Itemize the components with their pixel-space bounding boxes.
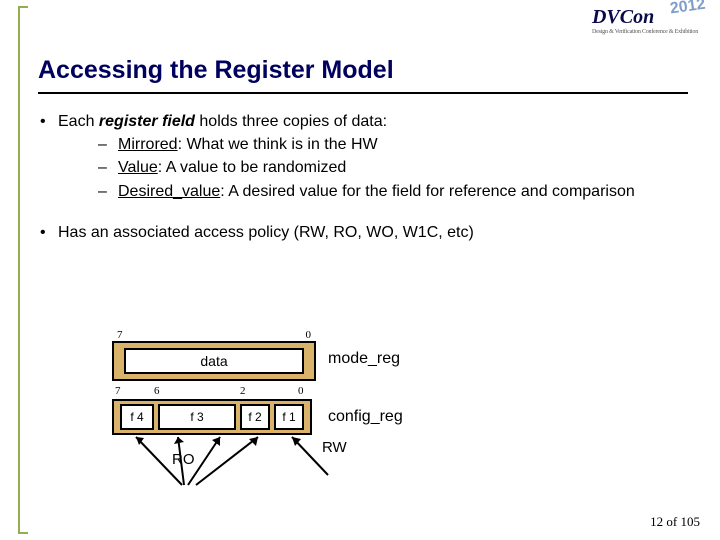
field-f4: f 4 <box>120 404 154 430</box>
sub-desired: Desired_value: A desired value for the f… <box>98 180 678 203</box>
bullet-1: Each register field holds three copies o… <box>38 110 678 203</box>
desc: : A value to be randomized <box>158 159 347 176</box>
config-reg-row: 7 6 2 0 f 4 f 3 f 2 f 1 config_reg RO RW <box>112 399 382 435</box>
dvcon-logo: DVCon Design & Verification Conference &… <box>592 6 698 35</box>
bit-2: 2 <box>240 385 246 397</box>
bit-0: 0 <box>298 385 304 397</box>
field-f3: f 3 <box>158 404 236 430</box>
config-reg-label: config_reg <box>328 399 403 435</box>
field-f1: f 1 <box>274 404 304 430</box>
register-diagram: 7 0 data mode_reg 7 6 2 0 f 4 f 3 f 2 f … <box>112 338 382 435</box>
bullet-2: Has an associated access policy (RW, RO,… <box>38 221 678 244</box>
body-content: Each register field holds three copies o… <box>38 110 678 250</box>
config-reg-box: f 4 f 3 f 2 f 1 <box>112 399 312 435</box>
field-f2: f 2 <box>240 404 270 430</box>
bullet1-suffix: holds three copies of data: <box>195 113 387 130</box>
term: Value <box>118 159 158 176</box>
term: Desired_value <box>118 183 220 200</box>
page-title: Accessing the Register Model <box>38 56 394 85</box>
mode-reg-box: 7 0 data <box>112 341 316 381</box>
desc: : What we think is in the HW <box>178 136 378 153</box>
bit-6: 6 <box>154 385 160 397</box>
logo-text: DVCon <box>592 6 654 28</box>
rw-label: RW <box>322 439 347 456</box>
bit-0: 0 <box>306 329 312 341</box>
bullet1-prefix: Each <box>58 113 99 130</box>
bullet1-em: register field <box>99 113 195 130</box>
sub-mirrored: Mirrored: What we think is in the HW <box>98 133 678 156</box>
bit-7: 7 <box>115 385 121 397</box>
sub-value: Value: A value to be randomized <box>98 156 678 179</box>
mode-reg-row: 7 0 data mode_reg <box>112 341 382 381</box>
slide-left-frame <box>18 6 28 534</box>
desc: : A desired value for the field for refe… <box>220 183 634 200</box>
ro-label: RO <box>172 451 195 468</box>
page-number: 12 of 105 <box>650 514 700 530</box>
mode-reg-label: mode_reg <box>328 341 400 377</box>
title-underline <box>38 92 688 94</box>
sub-list: Mirrored: What we think is in the HW Val… <box>58 133 678 203</box>
bit-7: 7 <box>117 329 123 341</box>
term: Mirrored <box>118 136 178 153</box>
mode-reg-field: data <box>124 348 304 374</box>
logo-tagline: Design & Verification Conference & Exhib… <box>592 29 698 35</box>
